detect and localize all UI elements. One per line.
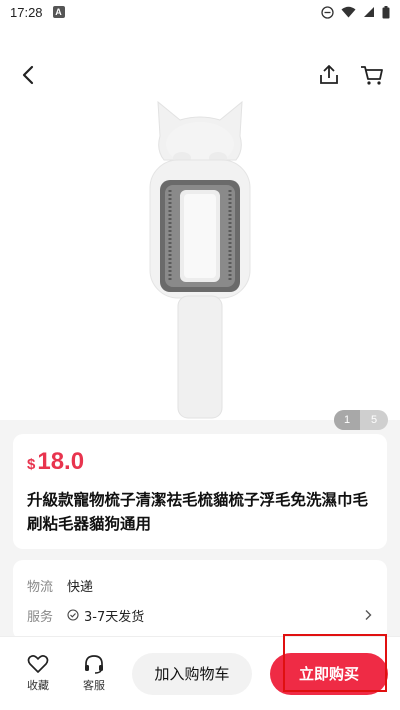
buy-now-wrap: 立即购买 (270, 652, 388, 695)
service-value-wrap: 3-7天发货 (67, 606, 144, 625)
favorite-label: 收藏 (27, 679, 49, 692)
check-circle-icon (67, 609, 79, 621)
product-title: 升級款寵物梳子清潔祛毛梳貓梳子浮毛免洗濕巾毛刷粘毛器貓狗通用 (27, 491, 369, 533)
dnd-icon (321, 5, 334, 19)
status-bar: 17:28 A (0, 0, 400, 24)
cart-icon[interactable] (360, 64, 384, 86)
logistics-row: 物流 快递 (27, 570, 373, 600)
signal-icon (364, 7, 374, 17)
heart-icon (27, 655, 49, 673)
image-pager: 1 5 (334, 410, 388, 430)
customer-service-label: 客服 (83, 679, 105, 692)
price-card: $ 18.0 升級款寵物梳子清潔祛毛梳貓梳子浮毛免洗濕巾毛刷粘毛器貓狗通用 (13, 434, 387, 549)
price: $ 18.0 (27, 448, 373, 476)
service-value: 3-7天发货 (84, 609, 145, 625)
logistics-value: 快递 (67, 579, 94, 595)
price-value: 18.0 (37, 448, 85, 475)
customer-service-button[interactable]: 客服 (74, 654, 114, 693)
favorite-button[interactable]: 收藏 (18, 654, 58, 693)
status-time: 17:28 (10, 4, 43, 20)
notification-a-icon: A (52, 6, 65, 18)
logistics-label: 物流 (27, 579, 54, 595)
status-icons (321, 5, 390, 19)
chevron-right-icon[interactable] (363, 609, 373, 621)
wifi-icon (341, 6, 356, 18)
pager-total: 5 (370, 414, 378, 426)
headset-icon (85, 655, 103, 674)
service-label: 服务 (27, 609, 54, 625)
back-arrow-icon[interactable] (18, 64, 40, 86)
pager-current: 1 (334, 410, 360, 430)
product-image-gallery[interactable]: 1 5 (0, 24, 400, 430)
add-to-cart-button[interactable]: 加入购物车 (132, 652, 252, 695)
price-currency: $ (27, 456, 36, 473)
service-row[interactable]: 服务 3-7天发货 (27, 600, 373, 630)
battery-icon (382, 5, 390, 18)
info-card: 物流 快递 服务 3-7天发货 (13, 560, 387, 640)
product-image (149, 100, 251, 419)
buy-now-button[interactable]: 立即购买 (270, 652, 388, 695)
bottom-action-bar: 收藏 客服 加入购物车 立即购买 (0, 636, 400, 710)
product-detail-screen: 17:28 A 1 5 $ 18.0 升級款寵物梳子清潔祛毛梳貓梳子浮毛免洗濕巾… (0, 0, 400, 710)
share-icon[interactable] (318, 64, 340, 86)
